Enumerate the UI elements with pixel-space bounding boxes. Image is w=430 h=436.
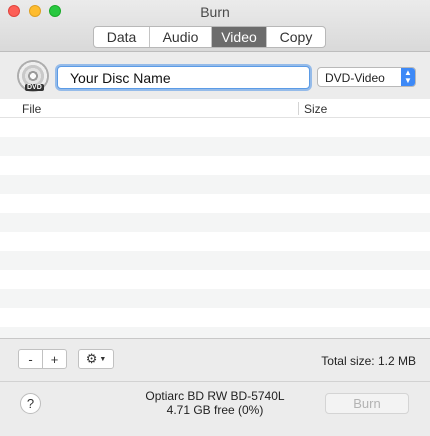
window-title: Burn [200, 4, 230, 20]
empty-row [0, 308, 430, 327]
drive-name: Optiarc BD RW BD-5740L [145, 389, 285, 403]
help-button[interactable]: ? [20, 393, 41, 414]
format-popup[interactable]: DVD-Video ▲ ▼ [317, 67, 416, 87]
empty-row [0, 194, 430, 213]
empty-row [0, 289, 430, 308]
empty-row [0, 327, 430, 338]
file-table[interactable]: File Size [0, 99, 430, 339]
chevron-down-icon: ▼ [99, 355, 107, 363]
mode-tabs: Data Audio Video Copy [93, 26, 326, 48]
burn-button[interactable]: Burn [325, 393, 409, 414]
empty-row [0, 232, 430, 251]
column-header-file[interactable]: File [22, 102, 41, 116]
empty-row [0, 118, 430, 137]
empty-row [0, 251, 430, 270]
total-size-label: Total size: 1.2 MB [321, 354, 416, 368]
table-toolbar: - + ⚙ ▼ Total size: 1.2 MB [0, 339, 430, 381]
format-popup-label: DVD-Video [325, 71, 385, 85]
empty-row [0, 270, 430, 289]
tab-data[interactable]: Data [94, 27, 150, 47]
drive-free-space: 4.71 GB free (0%) [166, 403, 264, 417]
empty-row [0, 213, 430, 232]
burn-window: Burn Data Audio Video Copy DVD DVD-Video… [0, 0, 430, 436]
add-item-button[interactable]: + [42, 349, 67, 369]
footer-bar: ? Optiarc BD RW BD-5740L 4.71 GB free (0… [0, 381, 430, 436]
disc-settings: DVD DVD-Video ▲▼ [0, 53, 430, 98]
disc-name-input[interactable] [57, 66, 310, 89]
table-rows [0, 118, 430, 338]
dvd-badge: DVD [25, 84, 44, 91]
empty-row [0, 137, 430, 156]
title-bar: Burn Data Audio Video Copy [0, 0, 430, 52]
empty-row [0, 175, 430, 194]
table-header: File Size [0, 99, 430, 118]
tab-audio[interactable]: Audio [150, 27, 212, 47]
gear-icon: ⚙ [85, 351, 98, 366]
popup-arrows-icon: ▲ ▼ [401, 68, 415, 86]
column-header-size[interactable]: Size [304, 102, 327, 116]
action-menu-button[interactable]: ⚙ ▼ [78, 349, 114, 369]
empty-row [0, 156, 430, 175]
tab-copy[interactable]: Copy [267, 27, 325, 47]
tab-video[interactable]: Video [212, 27, 267, 47]
column-divider [298, 102, 299, 115]
remove-item-button[interactable]: - [18, 349, 43, 369]
